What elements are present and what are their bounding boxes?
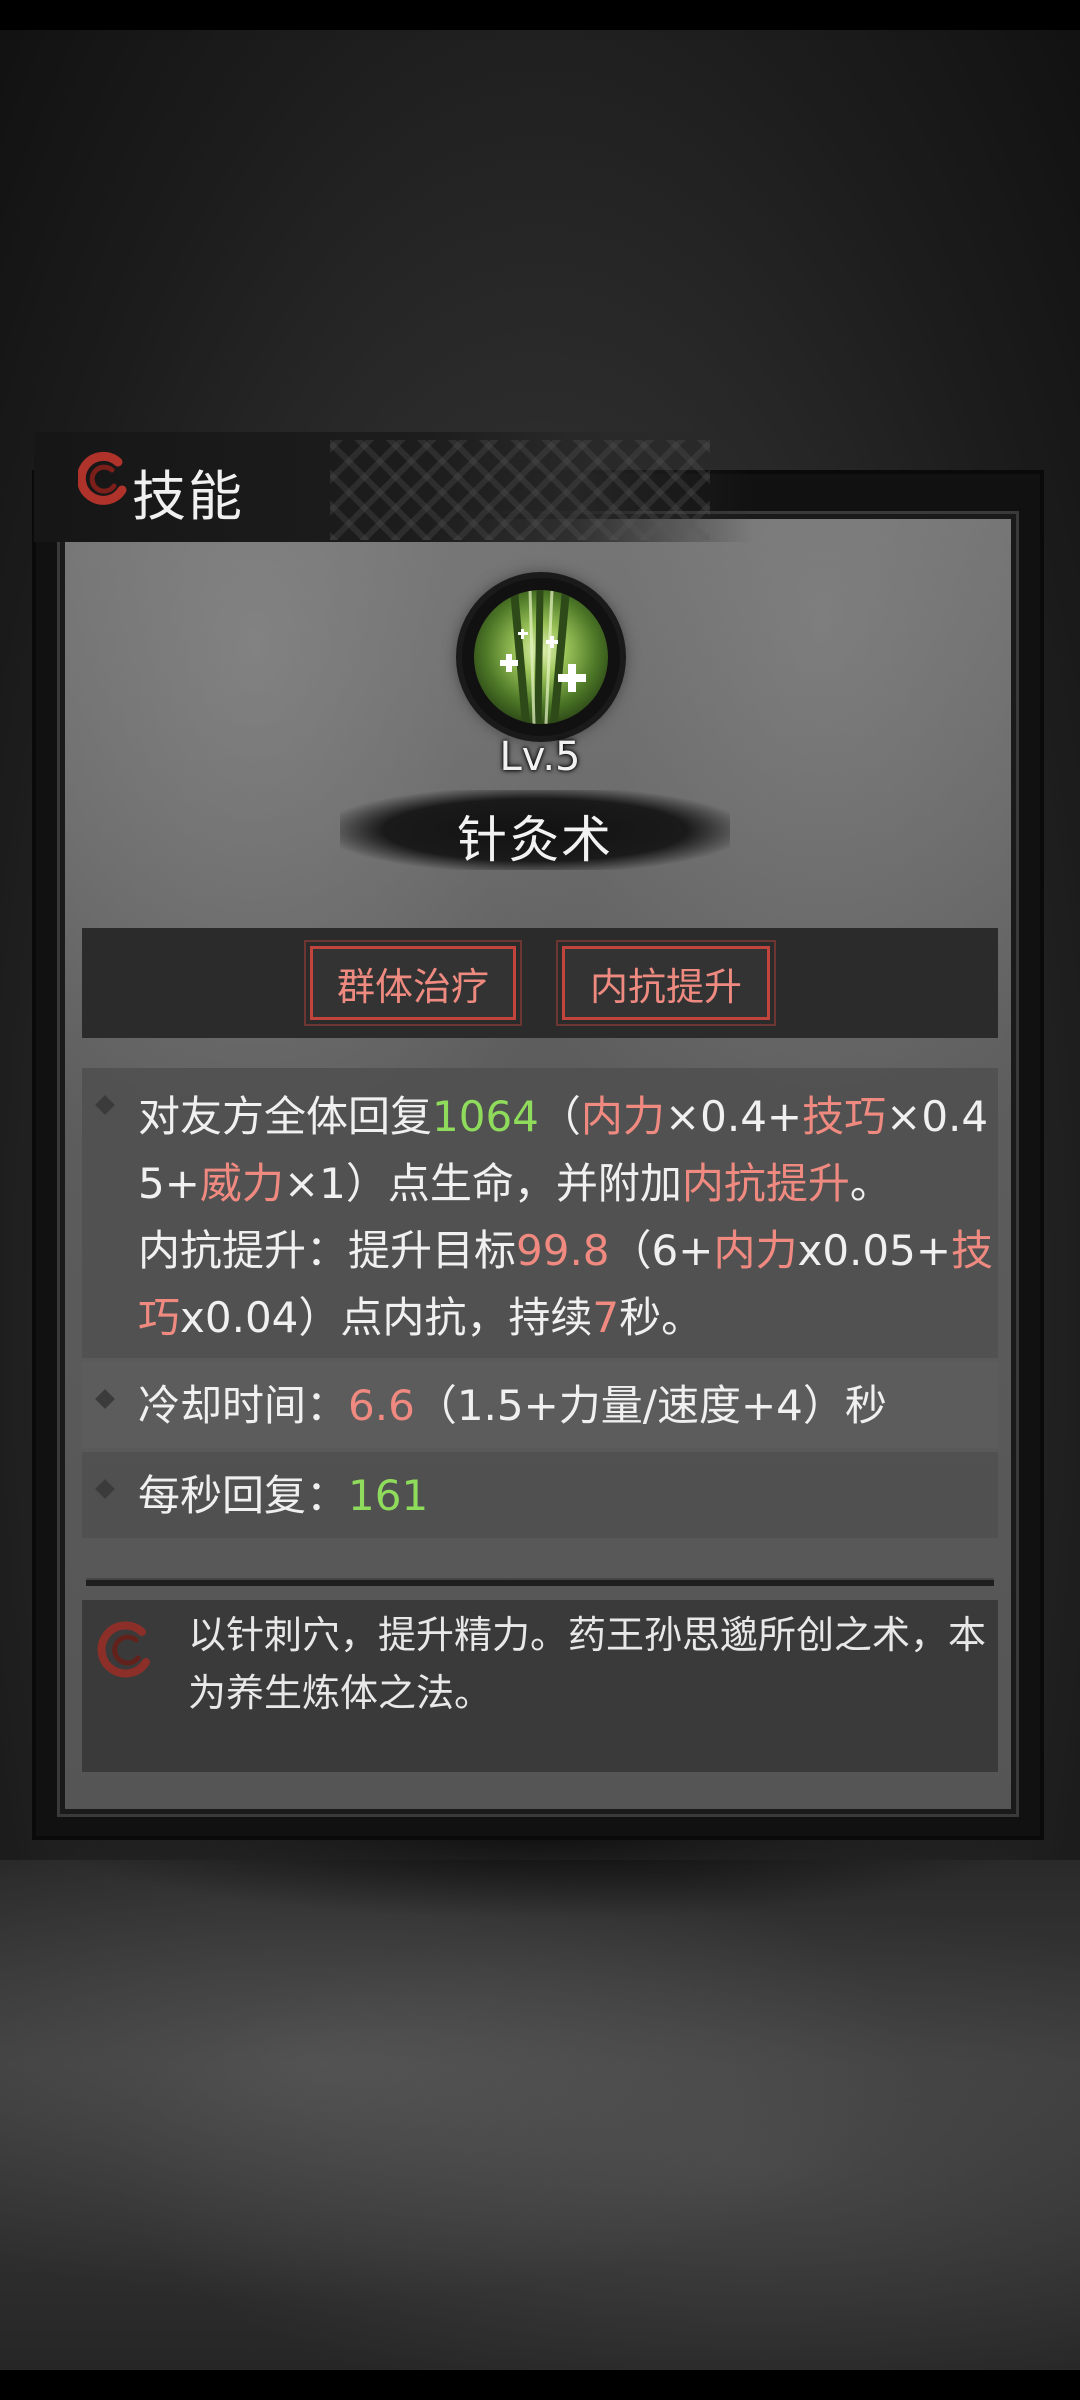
buff-segment: 7 <box>592 1293 620 1342</box>
regen-value: 161 <box>348 1471 429 1520</box>
swirl-icon <box>78 451 127 505</box>
background-ink-wash <box>0 1860 1080 2370</box>
effect-segment: 。 <box>849 1159 892 1208</box>
flavor-text: 以针刺穴，提升精力。药王孙思邈所创之术，本为养生炼体之法。 <box>188 1613 987 1715</box>
buff-segment: x0.05+ <box>797 1226 952 1275</box>
title-bar-ornament <box>330 440 710 540</box>
dialog-shadow <box>30 1830 1050 1920</box>
buff-segment: 内力 <box>713 1226 798 1275</box>
buff-segment: x0.04）点内抗，持续 <box>180 1293 593 1342</box>
cooldown-text: 冷却时间：6.6（1.5+力量/速度+4）秒 <box>138 1372 998 1439</box>
section-divider <box>86 1578 994 1586</box>
effect-segment: 威力 <box>199 1159 284 1208</box>
regen-text: 每秒回复：161 <box>138 1462 998 1529</box>
effect-segment: 内抗提升 <box>681 1159 850 1208</box>
skill-name: 针灸术 <box>457 811 613 869</box>
status-bar <box>0 0 1080 30</box>
effect-text: 对友方全体回复1064（内力×0.4+技巧×0.45+威力×1）点生命，并附加内… <box>138 1092 988 1208</box>
buff-segment: （6+ <box>609 1226 714 1275</box>
cooldown-label: 冷却时间： <box>138 1381 349 1430</box>
effect-segment: 对友方全体回复 <box>138 1092 433 1141</box>
skill-tags-row <box>82 928 998 1038</box>
buff-segment: 秒。 <box>619 1293 704 1342</box>
tag-inner-resist-up[interactable]: 内抗提升 <box>556 940 776 1026</box>
effect-description: 对友方全体回复1064（内力×0.4+技巧×0.45+威力×1）点生命，并附加内… <box>138 1083 998 1351</box>
buff-segment: 99.8 <box>516 1226 610 1275</box>
swirl-icon <box>97 1621 150 1678</box>
effect-segment: （ <box>538 1092 581 1141</box>
cooldown-formula: （1.5+力量/速度+4）秒 <box>414 1381 887 1430</box>
dialog-title: 技能 <box>132 465 244 528</box>
navigation-bar <box>0 2370 1080 2400</box>
cooldown-value: 6.6 <box>348 1381 415 1430</box>
effect-segment: 技巧 <box>802 1092 887 1141</box>
regen-label: 每秒回复： <box>138 1471 349 1520</box>
effect-segment: ×1）点生命，并附加 <box>283 1159 682 1208</box>
acupuncture-skill-icon[interactable] <box>474 590 608 724</box>
tag-group-heal[interactable]: 群体治疗 <box>304 940 522 1026</box>
buff-segment: 内抗提升：提升目标 <box>138 1226 517 1275</box>
buff-text: 内抗提升：提升目标99.8（6+内力x0.05+技巧x0.04）点内抗，持续7秒… <box>138 1226 993 1342</box>
effect-segment: 内力 <box>580 1092 665 1141</box>
skill-level: Lv.5 <box>499 734 581 780</box>
effect-segment: 1064 <box>432 1092 539 1141</box>
effect-segment: ×0.4+ <box>664 1092 803 1141</box>
